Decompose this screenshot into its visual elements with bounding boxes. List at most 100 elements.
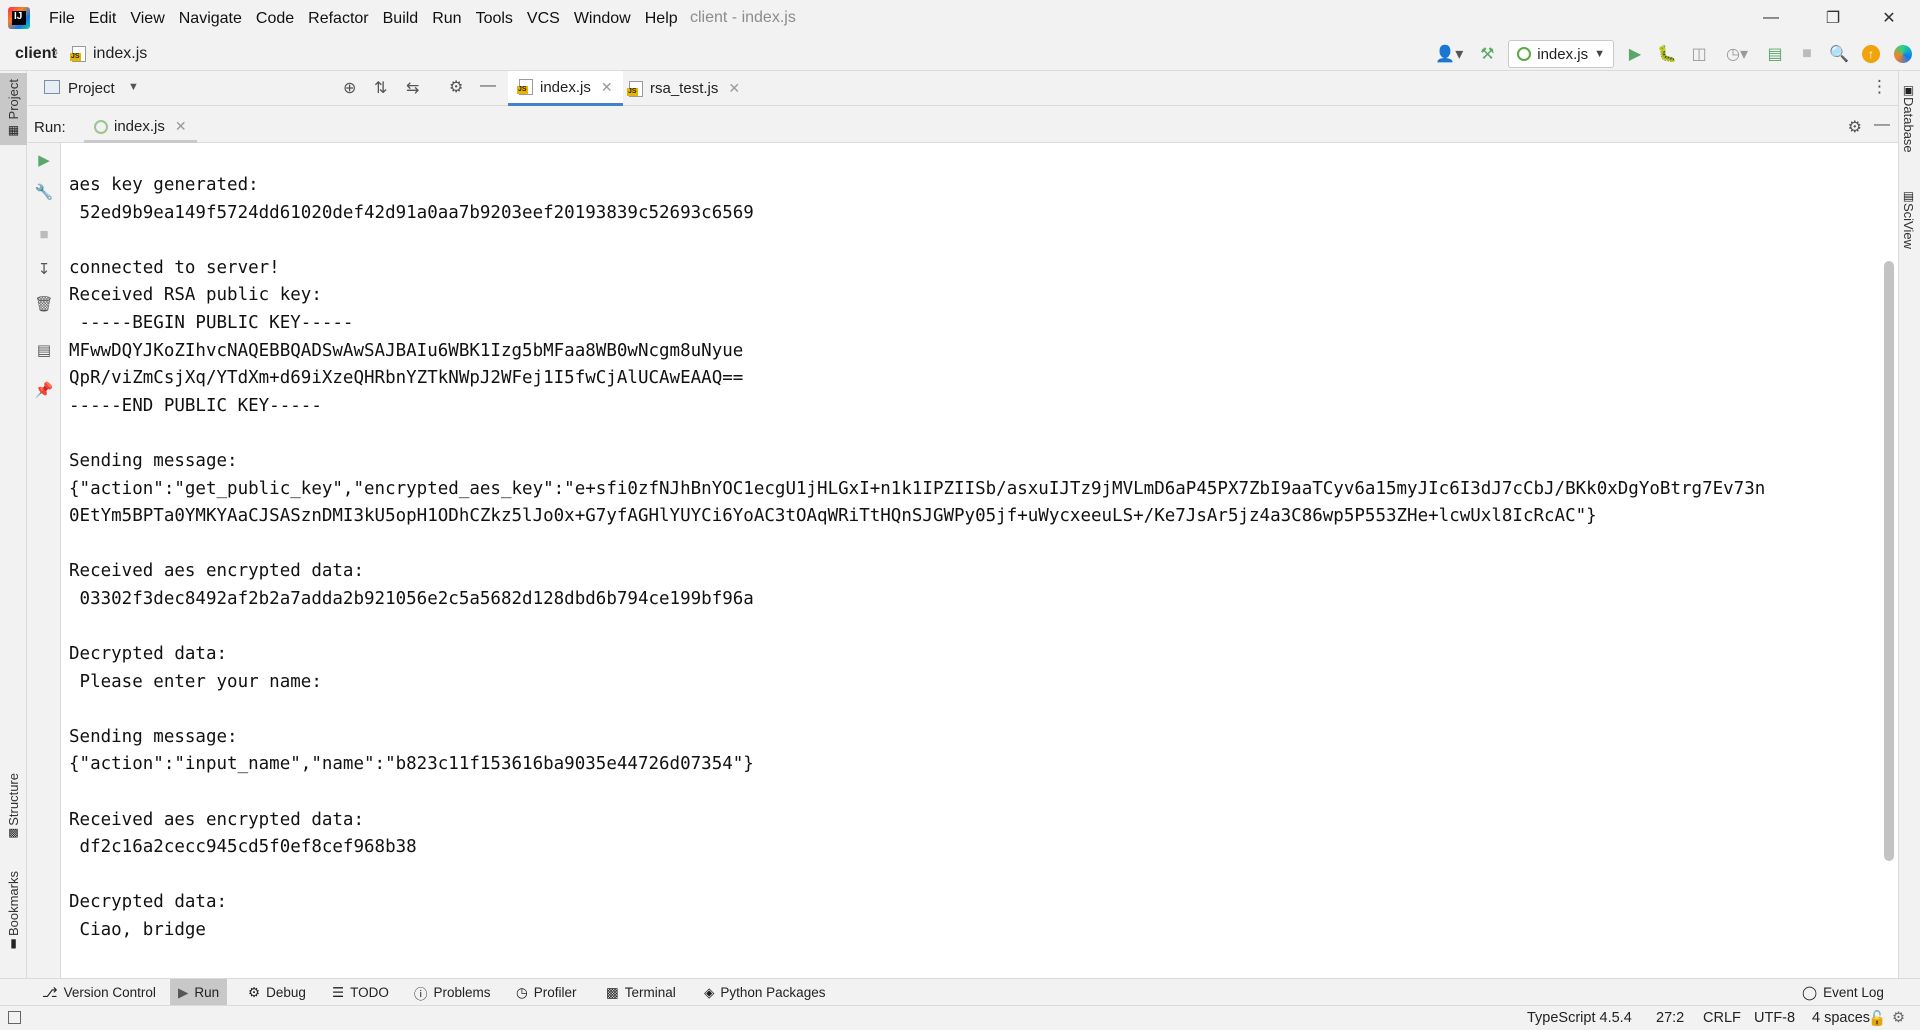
console-output[interactable]: aes key generated: 52ed9b9ea149f5724dd61… <box>61 143 1880 978</box>
console-line: -----END PUBLIC KEY----- <box>69 395 322 416</box>
menu-refactor[interactable]: Refactor <box>301 8 375 30</box>
stripe-tab-structure[interactable]: Structure ▩ <box>0 773 27 839</box>
menu-vcs[interactable]: VCS <box>520 8 567 30</box>
tool-label: Event Log <box>1823 985 1884 1000</box>
lock-icon[interactable]: 🔓 <box>1868 1010 1886 1027</box>
tool-debug[interactable]: ⚙ Debug <box>240 979 314 1006</box>
menu-window[interactable]: Window <box>567 8 638 30</box>
build-hammer-icon[interactable]: ⚒ <box>1476 43 1498 65</box>
update-icon[interactable]: ↑ <box>1860 43 1882 65</box>
restore-layout-icon[interactable]: ▤ <box>33 339 55 361</box>
console-line: 03302f3dec8492af2b2a7adda2b921056e2c5a56… <box>69 588 754 609</box>
stripe-tab-project[interactable]: Project ▦ <box>0 73 27 145</box>
menu-build[interactable]: Build <box>376 8 426 30</box>
debug-icon[interactable]: 🐛 <box>1656 43 1678 65</box>
project-view-icon <box>44 80 60 94</box>
status-line-separator[interactable]: CRLF <box>1703 1010 1741 1026</box>
tool-profiler[interactable]: ◷ Profiler <box>508 979 585 1006</box>
restore-button[interactable]: ❐ <box>1810 4 1856 32</box>
nodejs-icon <box>94 119 108 134</box>
breadcrumb-project[interactable]: client <box>15 45 57 63</box>
tool-label: Debug <box>266 985 306 1000</box>
terminal-icon: ▩ <box>606 984 619 1000</box>
menu-view[interactable]: View <box>123 8 171 30</box>
profile-icon[interactable]: ◷▾ <box>1720 43 1754 65</box>
console-line: Please enter your name: <box>69 671 322 692</box>
rerun-icon[interactable]: ▶ <box>33 149 55 171</box>
stripe-tab-bookmarks[interactable]: Bookmarks ▮ <box>0 871 27 950</box>
user-account-icon[interactable]: 👤▾ <box>1432 43 1466 65</box>
stripe-tab-sciview[interactable]: ▤ SciView <box>1901 189 1916 249</box>
search-icon[interactable]: 🔍 <box>1828 43 1850 65</box>
notifications-icon[interactable]: ⚙ <box>1892 1010 1905 1026</box>
database-icon: ▣ <box>1902 83 1915 97</box>
close-icon[interactable]: ✕ <box>728 80 740 97</box>
close-icon: ✕ <box>1882 10 1896 27</box>
python-packages-icon: ◈ <box>704 984 715 1000</box>
hide-icon[interactable]: — <box>1874 116 1890 134</box>
close-window-button[interactable]: ✕ <box>1866 4 1912 32</box>
coverage-icon[interactable]: ◫ <box>1688 43 1710 65</box>
run-tab-index-js[interactable]: index.js ✕ <box>84 113 197 143</box>
tool-terminal[interactable]: ▩ Terminal <box>598 979 684 1006</box>
status-indent[interactable]: 4 spaces <box>1812 1010 1870 1026</box>
tool-version-control[interactable]: ⎇ Version Control <box>34 979 164 1006</box>
hide-icon[interactable]: — <box>480 77 496 95</box>
console-line: 52ed9b9ea149f5724dd61020def42d91a0aa7b92… <box>69 202 754 223</box>
close-icon[interactable]: ✕ <box>601 79 613 96</box>
tool-label: TODO <box>350 985 389 1000</box>
expand-all-icon[interactable]: ⇅ <box>374 78 387 98</box>
tool-python-packages[interactable]: ◈ Python Packages <box>696 979 833 1006</box>
minimize-button[interactable]: — <box>1748 4 1794 32</box>
menu-edit[interactable]: Edit <box>82 8 124 30</box>
scroll-to-end-icon[interactable]: ↧ <box>33 258 55 280</box>
js-file-icon <box>627 80 644 97</box>
tool-label: Terminal <box>624 985 676 1000</box>
console-line: df2c16a2cecc945cd5f0ef8cef968b38 <box>69 837 417 858</box>
pin-icon[interactable]: 📌 <box>33 379 55 401</box>
locate-icon[interactable]: ⊕ <box>343 78 356 98</box>
bottom-tool-bar: ⎇ Version Control ▶ Run ⚙ Debug ☰ TODO ⓘ… <box>0 978 1920 1006</box>
menu-tools[interactable]: Tools <box>469 8 520 30</box>
breadcrumb-file[interactable]: index.js <box>93 45 147 63</box>
more-options-icon[interactable]: ⋮ <box>1871 77 1888 97</box>
jetbrains-toolbox-icon[interactable] <box>1892 43 1914 65</box>
stop-icon[interactable]: ■ <box>1796 43 1818 65</box>
tool-event-log[interactable]: ◯ Event Log <box>1794 979 1892 1006</box>
modify-run-configuration-icon[interactable]: 🔧 <box>33 181 55 203</box>
stripe-sciview-label: SciView <box>1901 203 1916 250</box>
scrollbar-thumb[interactable] <box>1884 261 1894 861</box>
attach-debugger-icon[interactable]: ▤ <box>1764 43 1786 65</box>
tab-index-js[interactable]: index.js ✕ <box>508 71 623 106</box>
console-line: Decrypted data: <box>69 892 228 913</box>
toggle-tool-windows-icon[interactable] <box>8 1011 21 1024</box>
chevron-down-icon[interactable]: ▼ <box>128 81 139 93</box>
status-caret-position[interactable]: 27:2 <box>1656 1010 1684 1026</box>
tool-run[interactable]: ▶ Run <box>170 979 228 1006</box>
gear-icon[interactable]: ⚙ <box>1848 117 1862 137</box>
close-icon[interactable]: ✕ <box>175 118 187 135</box>
menu-help[interactable]: Help <box>638 8 685 30</box>
tool-todo[interactable]: ☰ TODO <box>324 979 397 1006</box>
run-configuration-select[interactable]: index.js ▼ <box>1508 40 1614 68</box>
navigation-bar: client › index.js 👤▾ ⚒ index.js ▼ ▶ 🐛 ◫ … <box>0 37 1920 71</box>
console-line: Received RSA public key: <box>69 285 322 306</box>
tab-rsa-test-js[interactable]: rsa_test.js ✕ <box>618 71 750 106</box>
gear-icon[interactable]: ⚙ <box>449 77 463 97</box>
console-scrollbar[interactable] <box>1880 143 1898 978</box>
tool-problems[interactable]: ⓘ Problems <box>406 979 499 1006</box>
status-language[interactable]: TypeScript 4.5.4 <box>1527 1010 1632 1026</box>
left-tool-stripe: Project ▦ Structure ▩ Bookmarks ▮ <box>0 71 27 978</box>
menu-navigate[interactable]: Navigate <box>172 8 249 30</box>
menu-code[interactable]: Code <box>249 8 301 30</box>
stop-icon[interactable]: ■ <box>33 223 55 245</box>
status-encoding[interactable]: UTF-8 <box>1754 1010 1795 1026</box>
collapse-all-icon[interactable]: ⇆ <box>406 78 419 98</box>
menu-file[interactable]: File <box>42 8 82 30</box>
project-panel-title[interactable]: Project <box>68 80 115 97</box>
trash-icon[interactable]: 🗑 <box>33 293 55 315</box>
run-icon[interactable]: ▶ <box>1624 43 1646 65</box>
stripe-tab-database[interactable]: ▣ Database <box>1901 83 1916 153</box>
menu-run[interactable]: Run <box>425 8 468 30</box>
